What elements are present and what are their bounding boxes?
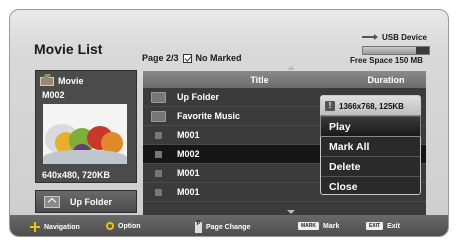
movie-clapper-icon <box>40 76 54 86</box>
up-folder-button[interactable]: Up Folder <box>35 190 137 213</box>
file-icon <box>155 169 162 177</box>
usb-device-indicator: USB Device <box>362 32 427 42</box>
page-title: Movie List <box>34 41 103 57</box>
menu-item-mark-all[interactable]: Mark All <box>321 136 420 156</box>
exit-key-badge: EXIT <box>366 222 384 230</box>
footer-exit[interactable]: EXIT Exit <box>366 222 400 230</box>
info-exclamation-icon: ! <box>325 101 335 111</box>
up-folder-icon <box>151 91 166 103</box>
movie-list-screen: Movie List Page 2/3 No Marked USB Device… <box>9 9 449 237</box>
popup-info-text: 1366x768, 125KB <box>339 101 404 111</box>
marked-status: No Marked <box>195 53 242 63</box>
storage-bar <box>362 46 430 55</box>
file-info-panel: Movie M002 640x480, 720KB <box>35 70 137 183</box>
scroll-up-arrow-icon[interactable] <box>287 66 295 70</box>
usb-icon <box>362 32 378 42</box>
file-icon <box>155 150 162 158</box>
option-circle-icon <box>106 222 114 230</box>
popup-file-info: ! 1366x768, 125KB <box>321 96 420 116</box>
footer-page-change[interactable]: P Page Change <box>195 221 251 233</box>
column-title: Title <box>250 74 269 85</box>
footer-navigation-label: Navigation <box>44 223 80 231</box>
footer-mark-label: Mark <box>323 222 340 230</box>
free-space-label: Free Space 150 MB <box>350 56 423 65</box>
column-duration: Duration <box>367 74 405 85</box>
info-file-name: M002 <box>42 90 65 100</box>
usb-device-label: USB Device <box>382 32 427 42</box>
mark-key-badge: MARK <box>298 222 319 230</box>
footer-page-change-label: Page Change <box>206 224 251 231</box>
thumbnail-image <box>43 104 127 164</box>
page-number: Page 2/3 <box>142 53 179 63</box>
up-folder-icon <box>44 195 60 208</box>
footer-mark[interactable]: MARK Mark <box>298 222 339 230</box>
file-icon <box>155 188 162 196</box>
footer-option-label: Option <box>118 222 141 230</box>
footer-exit-label: Exit <box>387 222 400 230</box>
menu-item-delete[interactable]: Delete <box>321 156 420 176</box>
list-header: Title Duration <box>143 71 426 88</box>
menu-item-play[interactable]: Play <box>320 115 421 137</box>
footer-bar: Navigation Option P Page Change MARK Mar… <box>10 215 448 236</box>
scroll-down-arrow-icon[interactable] <box>287 210 295 214</box>
navigation-arrows-icon <box>30 222 40 232</box>
page-change-icon: P <box>195 221 202 233</box>
up-folder-label: Up Folder <box>70 196 112 207</box>
checkbox-icon <box>182 53 192 63</box>
footer-navigation: Navigation <box>30 222 80 232</box>
info-header: Movie <box>40 76 84 86</box>
menu-item-close[interactable]: Close <box>321 176 420 196</box>
folder-icon <box>151 110 166 122</box>
file-icon <box>155 131 162 139</box>
page-indicator: Page 2/3 No Marked <box>142 53 242 63</box>
info-type-label: Movie <box>58 76 84 86</box>
storage-bar-fill <box>363 47 416 54</box>
option-popup-menu: ! 1366x768, 125KB Play Mark All Delete C… <box>320 95 421 195</box>
info-resolution: 640x480, 720KB <box>42 170 111 180</box>
footer-option[interactable]: Option <box>106 222 141 230</box>
